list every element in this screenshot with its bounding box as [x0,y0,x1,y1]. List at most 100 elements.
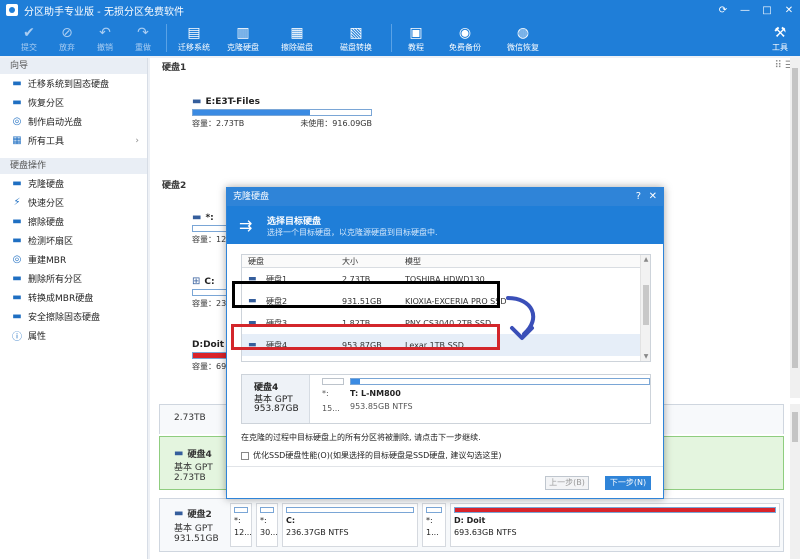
help-icon[interactable]: ? [636,188,641,206]
drive-icon: ▬ [192,212,202,223]
main-scrollbar-bottom[interactable] [790,404,800,559]
disk2-segment-c[interactable]: C: 236.37GB NTFS [282,503,418,547]
disk2-segment-2[interactable]: *: 30... [256,503,278,547]
disk1-unused: 未使用：916.09GB [300,119,372,128]
toolbar-convert-disk-button[interactable]: ▧ 磁盘转换 [325,20,387,56]
toolbar-tools-button[interactable]: ⚒ 工具 [760,20,800,56]
toolbar-wipe-disk-button[interactable]: ▦ 擦除磁盘 [269,20,325,56]
sidebar-item-convert-mbr[interactable]: ▬ 转换成MBR硬盘 [0,288,147,307]
toolbar-clone-disk-button[interactable]: ▥ 克隆硬盘 [217,20,269,56]
restore-partition-icon: ▬ [12,97,22,108]
all-tools-icon: ▦ [12,135,22,146]
preview-segment-1: *: 15... [322,378,344,422]
toolbar-wechat-recover-button[interactable]: ◍ 微信恢复 [494,20,552,56]
chevron-right-icon: › [135,135,139,146]
refresh-icon[interactable]: ⟳ [716,5,730,16]
preview-disk-info: 硬盘4 基本 GPT 953.87GB [242,375,310,423]
toolbar-separator [391,24,392,52]
table-header: 硬盘 大小 模型 [242,255,650,268]
wechat-recover-icon: ◍ [516,25,530,41]
optimize-ssd-checkbox[interactable]: 优化SSD硬盘性能(O)(如果选择的目标硬盘是SSD硬盘, 建议勾选这里) [241,450,502,461]
toolbar-backup-button[interactable]: ◉ 免费备份 [436,20,494,56]
sidebar-item-properties[interactable]: ⓘ 属性 [0,326,147,345]
toolbar-tutorial-button[interactable]: ▣ 教程 [396,20,436,56]
wipe-disk-icon: ▦ [290,25,304,41]
disk2-header: 硬盘2 [162,181,187,191]
disk2-segment-d[interactable]: D: Doit 693.63GB NTFS [450,503,780,547]
toolbar-separator [166,24,167,52]
clone-icon: ▬ [12,178,22,189]
disk-icon: ▬ [174,508,184,519]
toolbar-submit-button[interactable]: ✔ 提交 [10,20,48,56]
disk1-usage-bar [192,109,372,116]
sidebar-item-wipe[interactable]: ▬ 擦除硬盘 [0,212,147,231]
sidebar-item-all-tools[interactable]: ▦ 所有工具 › [0,131,147,150]
tutorial-icon: ▣ [409,25,423,41]
dialog-title: 克隆硬盘 [233,192,270,202]
check-icon: ✔ [23,25,35,41]
migrate-ssd-icon: ▬ [12,78,22,89]
maximize-icon[interactable]: □ [760,5,774,16]
convert-mbr-icon: ▬ [12,292,22,303]
title-bar: 分区助手专业版 - 无损分区免费软件 ⟳ — □ ✕ [0,0,800,20]
clone-disk-header-icon: ⇉ [239,216,253,235]
drive-icon: ▬ [192,96,202,107]
toolbar-redo-button[interactable]: ↷ 重做 [124,20,162,56]
migrate-icon: ▤ [187,25,201,41]
sidebar-item-delete-partitions[interactable]: ▬ 删除所有分区 [0,269,147,288]
checkbox-box[interactable] [241,451,249,460]
disk-icon: ▬ [174,448,184,459]
target-disk-preview: 硬盘4 基本 GPT 953.87GB *: 15... T: L-NM800 … [241,374,651,424]
undo-icon: ↶ [99,25,111,41]
windows-drive-icon: ⊞ [192,276,201,287]
minimize-icon[interactable]: — [738,5,752,16]
disk2-segment-4[interactable]: *: 1... [422,503,446,547]
preview-segment-2: T: L-NM800 953.85GB NTFS [350,378,650,422]
sidebar-item-migrate-ssd[interactable]: ▬ 迁移系统到固态硬盘 [0,74,147,93]
close-icon[interactable]: ✕ [782,5,796,16]
dialog-divider [227,466,663,467]
dialog-note: 在克隆的过程中目标硬盘上的所有分区将被删除, 请点击下一步继续. [241,433,481,442]
backup-icon: ◉ [458,25,472,41]
sidebar-item-bad-sector[interactable]: ▬ 检测坏扇区 [0,231,147,250]
sidebar-item-secure-erase[interactable]: ▬ 安全擦除固态硬盘 [0,307,147,326]
target-disk-highlight [231,324,500,350]
table-scrollbar[interactable]: ▲ ▼ [640,255,650,361]
sidebar-item-quick-partition[interactable]: ⚡ 快速分区 [0,193,147,212]
disk1-partition-e[interactable]: ▬ E:E3T-Files 容量：2.73TB 未使用：916.09GB [192,96,372,129]
toolbar-undo-button[interactable]: ↶ 撤销 [86,20,124,56]
dialog-close-icon[interactable]: ✕ [649,188,657,206]
tools-icon: ⚒ [773,25,787,41]
main-toolbar: ✔ 提交 ⊘ 放弃 ↶ 撤销 ↷ 重做 ▤ 迁移系统 ▥ 克隆硬盘 ▦ 擦除磁盘… [0,20,800,56]
wipe-icon: ▬ [12,216,22,227]
redo-icon: ↷ [137,25,149,41]
next-button[interactable]: 下一步(N) [605,476,651,490]
annotation-arrow-icon [506,296,536,340]
sidebar-item-rebuild-mbr[interactable]: ◎ 重建MBR [0,250,147,269]
sidebar-item-boot-disc[interactable]: ◎ 制作启动光盘 [0,112,147,131]
disk1-capacity: 容量：2.73TB [192,119,245,128]
toolbar-migrate-button[interactable]: ▤ 迁移系统 [171,20,217,56]
main-scrollbar-top[interactable] [790,58,800,398]
sidebar-item-clone[interactable]: ▬ 克隆硬盘 [0,174,147,193]
source-disk-highlight [232,281,500,308]
quick-partition-icon: ⚡ [13,197,21,208]
dialog-subheading: 选择一个目标硬盘，以克隆源硬盘到目标硬盘中. [267,228,438,237]
properties-icon: ⓘ [12,332,22,343]
secure-erase-icon: ▬ [12,311,22,322]
dialog-heading: 选择目标硬盘 [267,217,322,227]
convert-disk-icon: ▧ [349,25,363,41]
sidebar-item-restore-partition[interactable]: ▬ 恢复分区 [0,93,147,112]
disk2-segment-1[interactable]: *: 12... [230,503,252,547]
app-title: 分区助手专业版 - 无损分区免费软件 [24,6,184,18]
disk1-header: 硬盘1 [162,63,187,73]
toolbar-discard-button[interactable]: ⊘ 放弃 [48,20,86,56]
bad-sector-icon: ▬ [12,235,22,246]
delete-partitions-icon: ▬ [12,273,22,284]
disk-ops-section-title: 硬盘操作 [0,158,147,174]
disk2-map-row[interactable]: ▬ 硬盘2 基本 GPT 931.51GB *: 12... *: 30... … [159,498,784,552]
dialog-title-bar: 克隆硬盘 ? ✕ [227,188,663,206]
wizard-section-title: 向导 [0,58,147,74]
back-button[interactable]: 上一步(B) [545,476,589,490]
window-controls: ⟳ — □ ✕ [716,0,796,20]
